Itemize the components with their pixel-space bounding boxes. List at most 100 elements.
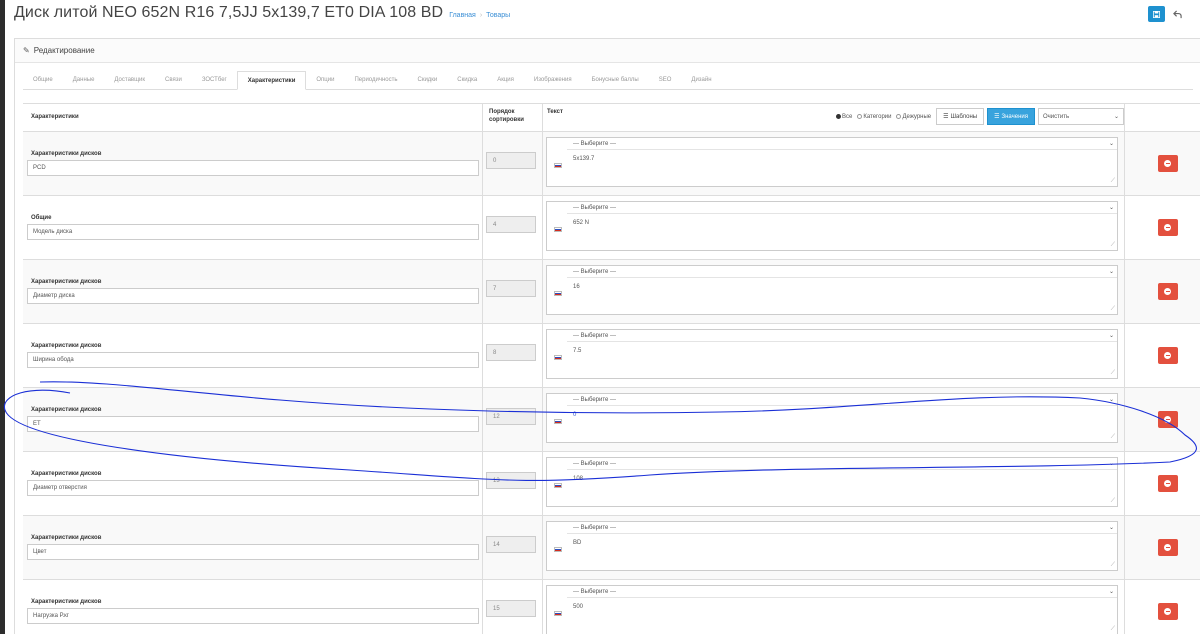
resize-grip-icon[interactable]: ⟋ — [1111, 370, 1115, 376]
resize-grip-icon[interactable]: ⟋ — [1111, 242, 1115, 248]
remove-row-button[interactable] — [1157, 219, 1178, 236]
sort-order-input[interactable]: 13 — [486, 472, 536, 489]
chevron-down-icon: ⌄ — [1108, 205, 1114, 211]
attribute-name-input[interactable]: PCD — [27, 160, 479, 176]
value-select[interactable]: --- Выберите --- ⌄ — [567, 394, 1117, 406]
value-textarea[interactable]: --- Выберите --- ⌄ 7.5 ⟋ — [546, 329, 1118, 379]
value-select[interactable]: --- Выберите --- ⌄ — [567, 522, 1117, 534]
attribute-cell: Характеристики дисков Цвет — [23, 516, 483, 579]
remove-row-button[interactable] — [1157, 603, 1178, 620]
attribute-group-label: Характеристики дисков — [31, 343, 102, 349]
remove-row-button[interactable] — [1157, 283, 1178, 300]
value-select[interactable]: --- Выберите --- ⌄ — [567, 330, 1117, 342]
value-select-placeholder: --- Выберите --- — [573, 460, 617, 467]
tab-promotion[interactable]: Акция — [487, 71, 524, 89]
value-textarea[interactable]: --- Выберите --- ⌄ 500 ⟋ — [546, 585, 1118, 634]
breadcrumb-home[interactable]: Главная — [449, 12, 476, 19]
sort-order-input[interactable]: 14 — [486, 536, 536, 553]
resize-grip-icon[interactable]: ⟋ — [1111, 562, 1115, 568]
value-select[interactable]: --- Выберите --- ⌄ — [567, 138, 1117, 150]
tab-periodicity[interactable]: Периодичность — [344, 71, 407, 89]
minus-circle-icon — [1164, 224, 1171, 231]
radio-all[interactable]: Все — [835, 114, 852, 120]
clear-select[interactable]: Очистить ⌄ — [1038, 108, 1124, 125]
attribute-name-input[interactable]: Нагрузка Р.кг — [27, 608, 479, 624]
attribute-name-input[interactable]: Диаметр отверстия — [27, 480, 479, 496]
radio-categories[interactable]: Категории — [857, 114, 891, 120]
filter-bar: Все Категории Дежурные ☰ Шаблоны ☰ Значени… — [835, 108, 1124, 125]
sort-order-input[interactable]: 4 — [486, 216, 536, 233]
save-button[interactable] — [1148, 6, 1165, 22]
floppy-disk-icon — [1153, 10, 1160, 18]
sort-order-input[interactable]: 12 — [486, 408, 536, 425]
russian-flag-icon — [554, 291, 562, 296]
remove-row-button[interactable] — [1157, 155, 1178, 172]
back-button[interactable] — [1169, 6, 1186, 22]
templates-button-label: Шаблоны — [950, 113, 978, 120]
tab-options[interactable]: Опции — [306, 71, 344, 89]
resize-grip-icon[interactable]: ⟋ — [1111, 306, 1115, 312]
text-cell: --- Выберите --- ⌄ 500 ⟋ — [543, 580, 1125, 634]
sort-order-input[interactable]: 15 — [486, 600, 536, 617]
attribute-name-input[interactable]: ET — [27, 416, 479, 432]
tab-data[interactable]: Данные — [63, 71, 105, 89]
remove-row-button[interactable] — [1157, 475, 1178, 492]
tab-discounts[interactable]: Скидки — [408, 71, 448, 89]
value-textarea[interactable]: --- Выберите --- ⌄ 16 ⟋ — [546, 265, 1118, 315]
breadcrumb-products[interactable]: Товары — [486, 12, 510, 19]
text-cell: --- Выберите --- ⌄ 16 ⟋ — [543, 260, 1125, 323]
resize-grip-icon[interactable]: ⟋ — [1111, 178, 1115, 184]
remove-row-button[interactable] — [1157, 347, 1178, 364]
tab-supplier[interactable]: Доставщик — [104, 71, 155, 89]
value-select[interactable]: --- Выберите --- ⌄ — [567, 266, 1117, 278]
tab-design[interactable]: Дизайн — [681, 71, 721, 89]
value-textarea[interactable]: --- Выберите --- ⌄ 0 ⟋ — [546, 393, 1118, 443]
tab-characteristics[interactable]: Характеристики — [236, 71, 307, 90]
tab-bonus-points[interactable]: Бонусные баллы — [582, 71, 649, 89]
value-textarea[interactable]: --- Выберите --- ⌄ 5x139.7 ⟋ — [546, 137, 1118, 187]
column-header-text: Текст Все Категории Дежурные ☰ Шаблоны ☰ З… — [543, 104, 1125, 131]
text-cell: --- Выберите --- ⌄ 0 ⟋ — [543, 388, 1125, 451]
values-button[interactable]: ☰ Значения — [987, 108, 1035, 125]
sort-order-input[interactable]: 7 — [486, 280, 536, 297]
remove-row-button[interactable] — [1157, 539, 1178, 556]
minus-circle-icon — [1164, 352, 1171, 359]
tab-gost[interactable]: ЗОСТбег — [192, 71, 237, 89]
attribute-name-input[interactable]: Диаметр диска — [27, 288, 479, 304]
russian-flag-icon — [554, 419, 562, 424]
table-row: Характеристики дисков Цвет 14 --- Выбери… — [23, 516, 1200, 580]
resize-grip-icon[interactable]: ⟋ — [1111, 626, 1115, 632]
value-textarea[interactable]: --- Выберите --- ⌄ 108 ⟋ — [546, 457, 1118, 507]
tab-images[interactable]: Изображения — [524, 71, 582, 89]
tab-bar: Общие Данные Доставщик Связи ЗОСТбег Хар… — [23, 71, 1193, 90]
tab-discount[interactable]: Скидка — [447, 71, 487, 89]
radio-duty[interactable]: Дежурные — [896, 114, 931, 120]
tab-general[interactable]: Общие — [23, 71, 63, 89]
value-select-placeholder: --- Выберите --- — [573, 588, 617, 595]
value-textarea[interactable]: --- Выберите --- ⌄ BD ⟋ — [546, 521, 1118, 571]
table-row: Характеристики дисков Диаметр отверстия … — [23, 452, 1200, 516]
action-cell — [1125, 580, 1200, 634]
value-textarea[interactable]: --- Выберите --- ⌄ 652 N ⟋ — [546, 201, 1118, 251]
resize-grip-icon[interactable]: ⟋ — [1111, 498, 1115, 504]
attribute-name-input[interactable]: Цвет — [27, 544, 479, 560]
sort-order-input[interactable]: 8 — [486, 344, 536, 361]
sort-order-input[interactable]: 0 — [486, 152, 536, 169]
resize-grip-icon[interactable]: ⟋ — [1111, 434, 1115, 440]
attribute-name-input[interactable]: Ширина обода — [27, 352, 479, 368]
value-select[interactable]: --- Выберите --- ⌄ — [567, 458, 1117, 470]
value-select[interactable]: --- Выберите --- ⌄ — [567, 586, 1117, 598]
minus-circle-icon — [1164, 608, 1171, 615]
attribute-name-input[interactable]: Модель диска — [27, 224, 479, 240]
table-row: Характеристики дисков ET 12 --- Выберите… — [23, 388, 1200, 452]
table-header: Характеристики Порядок сортировки Текст … — [23, 104, 1200, 132]
radio-dot-icon — [835, 114, 841, 119]
value-select[interactable]: --- Выберите --- ⌄ — [567, 202, 1117, 214]
column-header-characteristics: Характеристики — [23, 104, 483, 131]
attribute-cell: Характеристики дисков Нагрузка Р.кг — [23, 580, 483, 634]
templates-button[interactable]: ☰ Шаблоны — [936, 108, 985, 125]
tab-links[interactable]: Связи — [155, 71, 192, 89]
remove-row-button[interactable] — [1157, 411, 1178, 428]
sort-cell: 12 — [483, 388, 543, 451]
tab-seo[interactable]: SEO — [649, 71, 682, 89]
